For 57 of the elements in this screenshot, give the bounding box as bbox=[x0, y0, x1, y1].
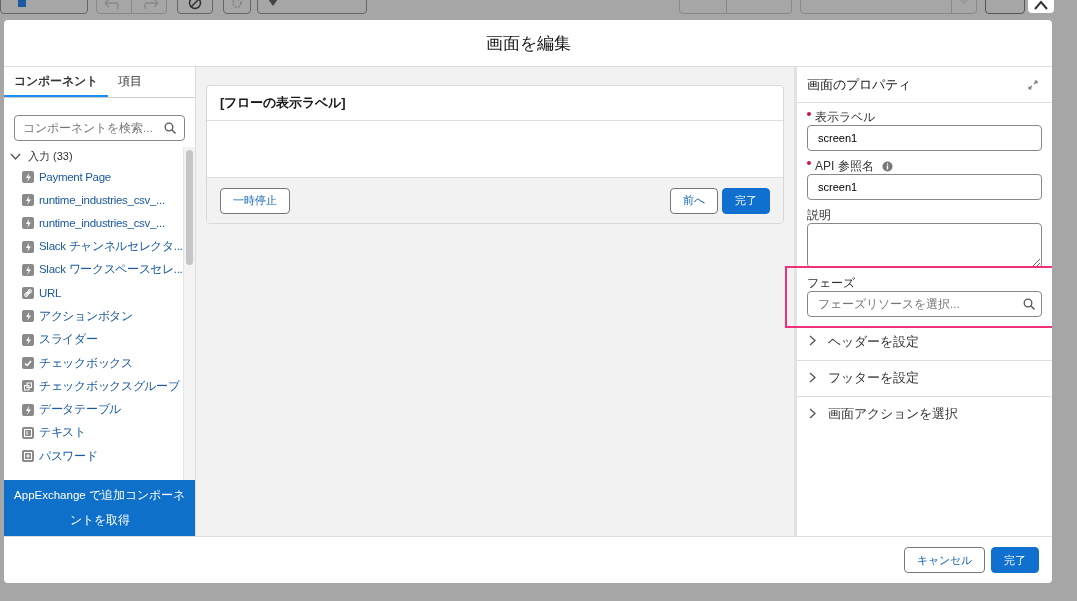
bolt-icon bbox=[22, 333, 34, 346]
component-link[interactable]: Slack ワークスペースセレ... bbox=[39, 262, 183, 278]
preview-button[interactable]: 前へ bbox=[670, 187, 718, 214]
bolt-icon bbox=[22, 193, 34, 206]
bolt-icon bbox=[22, 217, 34, 230]
component-link[interactable]: アクションボタン bbox=[39, 308, 133, 324]
field-label: 説明 bbox=[807, 206, 831, 224]
bolt-icon bbox=[22, 170, 34, 183]
field-label: API 参照名 bbox=[815, 157, 874, 175]
component-link[interactable]: テキスト bbox=[39, 425, 86, 441]
scrollbar[interactable] bbox=[183, 147, 195, 480]
component-link[interactable]: パスワード bbox=[39, 448, 98, 464]
properties-title: 画面のプロパティ bbox=[807, 75, 911, 94]
flow-label-heading: [フローの表示ラベル] bbox=[207, 86, 783, 121]
section-toggle[interactable]: 入力 (33) bbox=[10, 147, 73, 165]
bolt-icon bbox=[22, 403, 34, 416]
component-link[interactable]: データテーブル bbox=[39, 402, 121, 418]
description-textarea[interactable] bbox=[807, 223, 1042, 268]
panel-tab[interactable]: 項目 bbox=[108, 67, 152, 97]
component-link[interactable]: チェックボックスグループ bbox=[39, 378, 180, 394]
component-link[interactable]: スライダー bbox=[39, 332, 98, 348]
cancel-button[interactable]: キャンセル bbox=[904, 547, 985, 573]
preview-button[interactable]: 一時停止 bbox=[220, 187, 290, 214]
bolt-icon bbox=[22, 263, 34, 276]
field-label: フェーズ bbox=[807, 274, 855, 292]
field-label: 表示ラベル bbox=[815, 108, 875, 126]
section-toggle[interactable]: ヘッダーを設定 bbox=[797, 324, 1052, 360]
search-field[interactable]: コンポーネントを検索... bbox=[14, 115, 185, 141]
text-field-icon bbox=[22, 426, 34, 439]
bolt-icon bbox=[22, 240, 34, 253]
checkbox-icon bbox=[22, 357, 34, 369]
search-icon bbox=[1023, 298, 1035, 310]
done-button[interactable]: 完了 bbox=[991, 547, 1039, 573]
text-input[interactable]: screen1 bbox=[807, 125, 1042, 151]
component-link[interactable]: Slack チャンネルセレクタ... bbox=[39, 239, 183, 255]
scrollbar-thumb[interactable] bbox=[186, 150, 193, 265]
component-link[interactable]: Payment Page bbox=[39, 170, 111, 183]
checkbox-group-icon bbox=[22, 380, 34, 393]
lookup-field[interactable]: フェーズリソースを選択... bbox=[807, 291, 1042, 317]
element-icon bbox=[17, 0, 27, 8]
appexchange-button[interactable]: AppExchange で追加コンポーネントを取得 bbox=[4, 480, 195, 536]
expand-icon[interactable] bbox=[1028, 79, 1038, 90]
password-icon bbox=[22, 450, 34, 463]
component-link[interactable]: URL bbox=[39, 287, 62, 300]
panel-tab[interactable]: コンポーネント bbox=[4, 67, 108, 97]
search-icon bbox=[164, 122, 176, 134]
link-icon bbox=[22, 287, 34, 300]
component-link[interactable]: runtime_industries_csv_... bbox=[39, 217, 165, 230]
caret-icon bbox=[268, 0, 278, 7]
section-toggle[interactable]: フッターを設定 bbox=[797, 360, 1052, 396]
component-link[interactable]: チェックボックス bbox=[39, 355, 133, 371]
section-toggle[interactable]: 画面アクションを選択 bbox=[797, 396, 1052, 432]
close-button[interactable] bbox=[1028, 0, 1054, 13]
text-input[interactable]: screen1 bbox=[807, 174, 1042, 200]
bolt-icon bbox=[22, 310, 34, 323]
component-link[interactable]: runtime_industries_csv_... bbox=[39, 193, 165, 206]
preview-button[interactable]: 完了 bbox=[722, 187, 770, 214]
